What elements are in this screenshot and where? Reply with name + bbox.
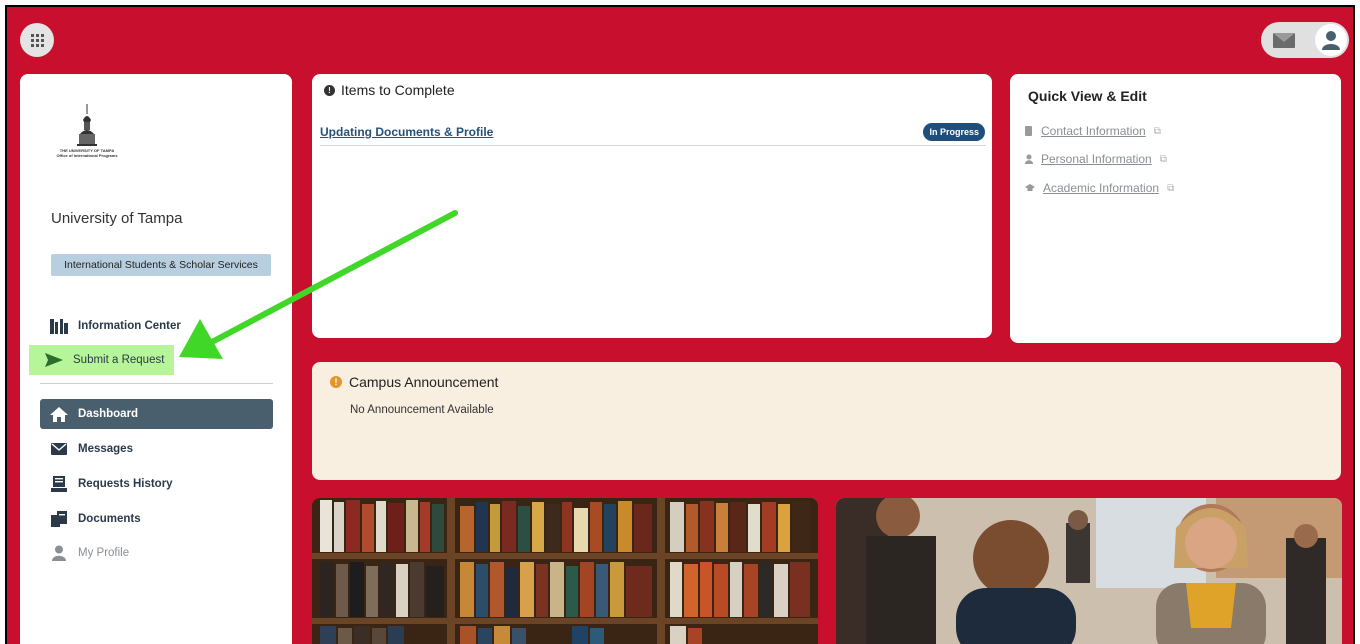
history-icon [50, 476, 68, 492]
quick-link-label: Academic Information [1043, 181, 1160, 195]
logo-text-line2: Office of International Programs [56, 153, 118, 158]
sidebar: THE UNIVERSITY OF TAMPA Office of Intern… [20, 74, 292, 644]
user-icon [1322, 31, 1340, 50]
info-icon: ! [324, 84, 335, 96]
sidebar-item-messages[interactable]: Messages [40, 434, 273, 464]
sidebar-item-requests-history[interactable]: Requests History [40, 469, 273, 499]
quick-link-personal-information[interactable]: Personal Information ⧉ [1025, 152, 1167, 166]
quick-link-label: Personal Information [1041, 152, 1152, 166]
announcement-title-text: Campus Announcement [349, 374, 499, 390]
library-bookshelf-photo [312, 498, 818, 644]
sidebar-divider [40, 383, 273, 384]
advising-meeting-photo [836, 498, 1342, 644]
quick-link-academic-information[interactable]: Academic Information ⧉ [1025, 181, 1174, 195]
quick-view-title: Quick View & Edit [1028, 88, 1147, 104]
sidebar-item-my-profile[interactable]: My Profile [40, 538, 273, 568]
apps-menu-button[interactable] [20, 23, 54, 57]
item-link-updating-documents[interactable]: Updating Documents & Profile [320, 125, 493, 139]
announcement-title: ! Campus Announcement [330, 374, 498, 390]
items-card-title: ! Items to Complete [324, 82, 455, 98]
department-badge: International Students & Scholar Service… [51, 254, 271, 276]
external-link-icon: ⧉ [1167, 182, 1175, 194]
status-badge: In Progress [923, 123, 985, 141]
sidebar-item-label: Dashboard [78, 408, 139, 420]
sidebar-item-documents[interactable]: Documents [40, 504, 273, 534]
sidebar-item-information-center[interactable]: Information Center [40, 311, 273, 341]
envelope-icon [50, 441, 68, 457]
phone-icon [1025, 126, 1032, 136]
sidebar-item-label: Documents [78, 513, 141, 525]
quick-link-contact-information[interactable]: Contact Information ⧉ [1025, 124, 1161, 138]
user-toolbar [1261, 22, 1349, 58]
quick-view-card: Quick View & Edit Contact Information ⧉ … [1010, 74, 1341, 343]
university-logo: THE UNIVERSITY OF TAMPA Office of Intern… [42, 104, 132, 164]
external-link-icon: ⧉ [1153, 125, 1161, 137]
user-icon [50, 545, 68, 561]
sidebar-item-label: Messages [78, 443, 133, 455]
graduation-cap-icon [1025, 184, 1035, 191]
announcement-text: No Announcement Available [350, 404, 494, 416]
grid-icon [30, 33, 44, 47]
sidebar-item-label: My Profile [78, 547, 130, 559]
items-to-complete-card: ! Items to Complete Updating Documents &… [312, 74, 992, 338]
send-icon [45, 352, 63, 368]
sidebar-item-label: Submit a Request [73, 354, 165, 366]
documents-icon [50, 511, 68, 527]
sidebar-item-label: Requests History [78, 478, 173, 490]
sidebar-item-dashboard[interactable]: Dashboard [40, 399, 273, 429]
university-name: University of Tampa [51, 210, 183, 227]
alert-icon: ! [330, 376, 342, 388]
library-icon [50, 318, 68, 334]
campus-announcement-card: ! Campus Announcement No Announcement Av… [312, 362, 1341, 480]
home-icon [50, 406, 68, 422]
items-card-title-text: Items to Complete [341, 82, 455, 98]
minaret-logo-icon [77, 104, 97, 146]
person-icon [1025, 154, 1033, 164]
sidebar-item-label: Information Center [78, 320, 181, 332]
external-link-icon: ⧉ [1159, 153, 1167, 165]
envelope-icon[interactable] [1273, 32, 1295, 48]
sidebar-item-submit-request[interactable]: Submit a Request [29, 345, 174, 375]
quick-link-label: Contact Information [1041, 124, 1146, 138]
item-divider [320, 145, 986, 146]
user-avatar[interactable] [1315, 24, 1347, 56]
app-frame: THE UNIVERSITY OF TAMPA Office of Intern… [5, 5, 1355, 644]
